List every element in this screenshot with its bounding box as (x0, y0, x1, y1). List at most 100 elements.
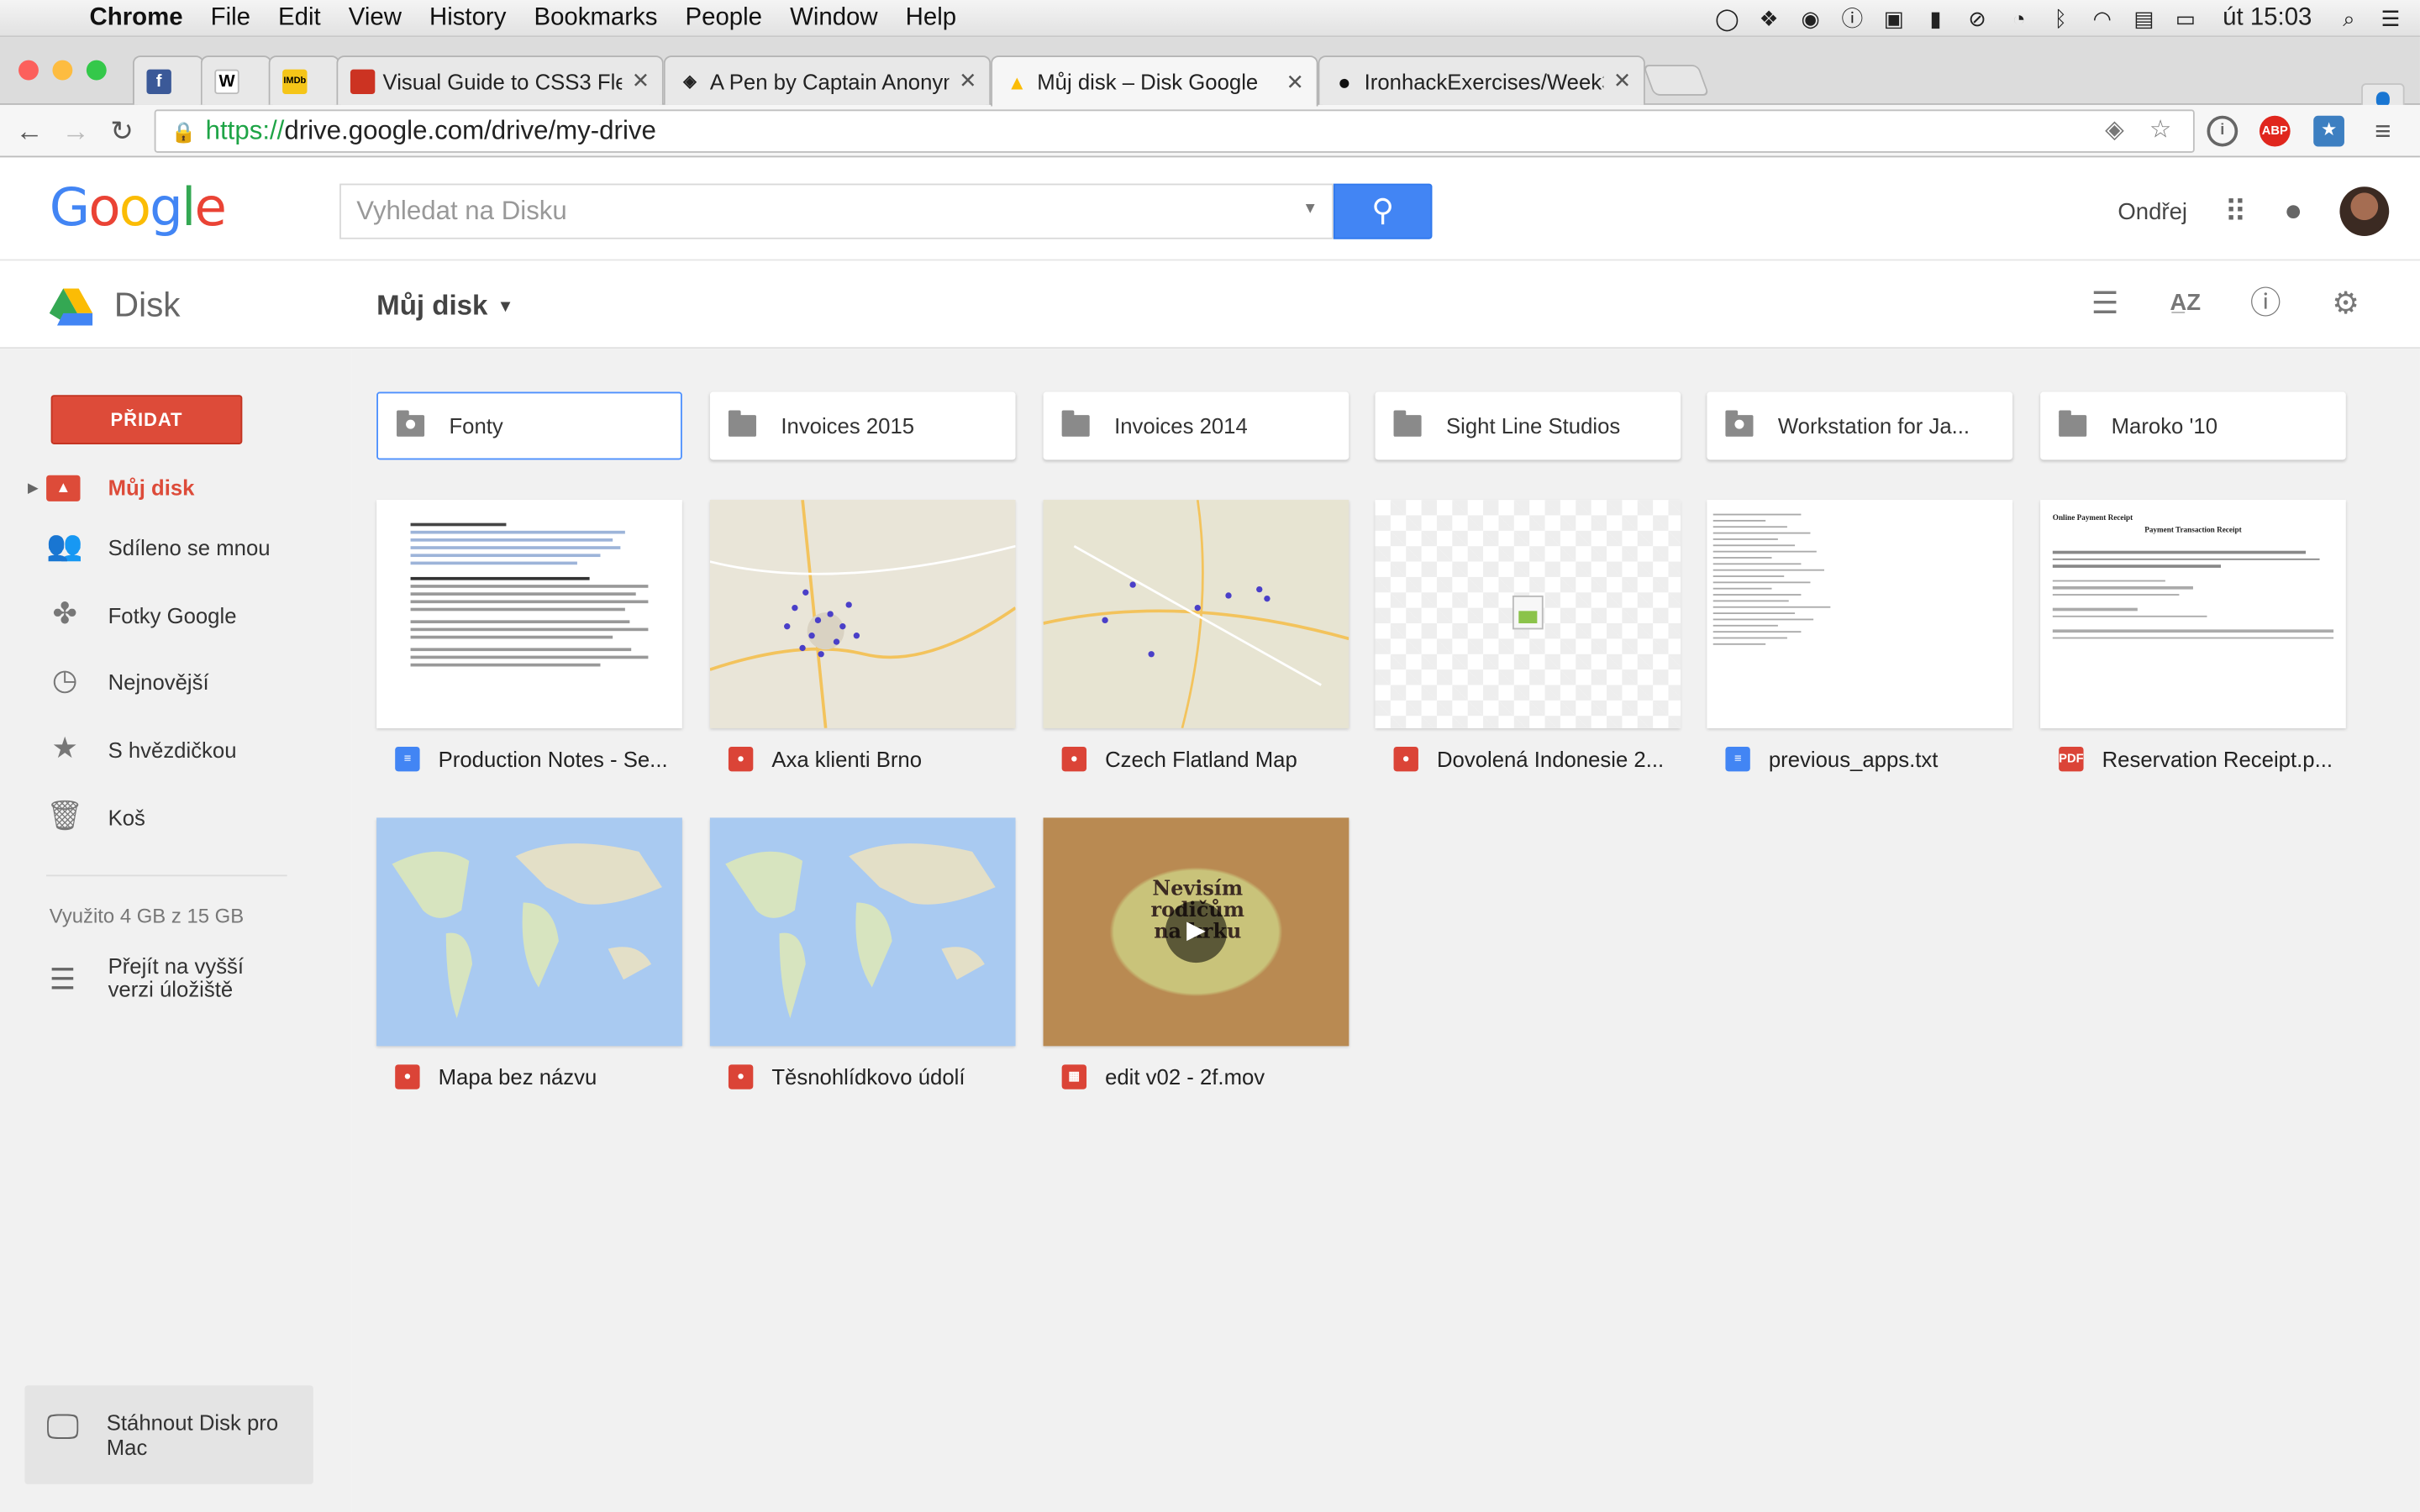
google-logo[interactable]: Google (50, 177, 227, 239)
folder-item[interactable]: Maroko '10 (2040, 391, 2346, 460)
folder-item[interactable]: Invoices 2014 (1043, 391, 1349, 460)
menu-edit[interactable]: Edit (265, 4, 335, 32)
file-item[interactable]: ● Mapa bez názvu (376, 817, 682, 1095)
dropbox-icon[interactable]: ❖ (1755, 6, 1783, 30)
adblock-plus-icon[interactable]: ABP (2259, 115, 2291, 147)
user-name[interactable]: Ondřej (2118, 198, 2187, 224)
app-name[interactable]: Disk (114, 286, 181, 326)
settings-gear-icon[interactable]: ⚙ (2328, 286, 2365, 323)
tab-close-icon[interactable]: ✕ (632, 68, 650, 94)
back-arrow-icon[interactable]: ← (13, 114, 46, 148)
file-item[interactable]: ● Axa klienti Brno (709, 500, 1016, 778)
folder-item[interactable]: Fonty (376, 391, 682, 460)
apps-grid-icon[interactable]: ⠿ (2224, 192, 2247, 231)
block-icon[interactable]: ⊘ (1964, 6, 1991, 30)
upgrade-storage-link[interactable]: ☰ Přejít na vyšší verzi úložiště (0, 953, 352, 1009)
folder-item[interactable]: Workstation for Ja... (1707, 391, 2013, 460)
list-view-icon[interactable]: ☰ (2086, 286, 2123, 323)
extension-info-icon[interactable]: i (2207, 115, 2238, 147)
sidebar-item-recent[interactable]: ◷ Nejnovější (0, 654, 352, 710)
expand-arrow-icon[interactable]: ▶ (28, 479, 39, 496)
tab-close-icon[interactable]: ✕ (959, 68, 977, 94)
tab-facebook[interactable]: f (132, 55, 204, 105)
file-name: Reservation Receipt.p... (2102, 746, 2333, 772)
text-file-thumbnail (1707, 500, 2013, 728)
play-icon[interactable]: ▶ (1165, 900, 1228, 963)
tab-github[interactable]: ● IronhackExercises/Week3/ ✕ (1318, 55, 1645, 105)
status-circle-icon[interactable]: ◯ (1713, 6, 1741, 30)
search-icon: ⚲ (1371, 194, 1395, 228)
file-item[interactable]: ● Těsnohlídkovo údolí (709, 817, 1016, 1095)
paste-icon[interactable]: ▮ (1922, 6, 1949, 30)
drive-icon: ▲ (46, 475, 81, 501)
notification-center-icon[interactable]: ☰ (2377, 6, 2405, 30)
menu-view[interactable]: View (334, 4, 415, 32)
download-drive-for-mac-button[interactable]: 🖵 Stáhnout Disk pro Mac (24, 1385, 313, 1484)
bluetooth-icon[interactable]: ᛒ (2047, 6, 2075, 30)
new-button[interactable]: PŘIDAT (50, 395, 243, 444)
clipboard-app-icon[interactable]: ▣ (1880, 6, 1907, 30)
sidebar-item-starred[interactable]: ★ S hvězdičkou (0, 722, 352, 778)
menu-people[interactable]: People (671, 4, 776, 32)
chrome-menu-icon[interactable]: ≡ (2367, 116, 2398, 147)
battery-icon[interactable]: ▭ (2172, 6, 2200, 30)
sort-az-icon[interactable]: A̲Z (2167, 286, 2204, 323)
tab-codepen[interactable]: ◈ A Pen by Captain Anonymou ✕ (663, 55, 992, 105)
minimize-window-icon[interactable] (52, 60, 73, 81)
forward-arrow-icon[interactable]: → (59, 114, 92, 148)
menu-history[interactable]: History (415, 4, 519, 32)
tab-imdb[interactable]: IMDb (268, 55, 340, 105)
info-icon[interactable]: ⓘ (1839, 6, 1866, 30)
menu-app[interactable]: Chrome (74, 4, 197, 32)
notifications-bell-icon[interactable]: ● (2284, 194, 2302, 229)
menu-bookmarks[interactable]: Bookmarks (520, 4, 671, 32)
menu-window[interactable]: Window (776, 4, 892, 32)
time-machine-icon[interactable]: ◔ (2005, 6, 2033, 30)
us-flag-icon[interactable]: ▤ (2130, 6, 2158, 30)
wifi-icon[interactable]: ◠ (2088, 6, 2116, 30)
bookmark-star-icon[interactable]: ◈ ☆ (2105, 111, 2181, 151)
sidebar-item-my-drive[interactable]: ▶ ▲ Můj disk (0, 459, 352, 515)
download-label: Stáhnout Disk pro Mac (107, 1410, 278, 1460)
search-options-dropdown-icon[interactable]: ▼ (1302, 201, 1318, 218)
file-label: ≡ Production Notes - Se... (376, 741, 682, 778)
clock[interactable]: út 15:03 (2213, 5, 2321, 33)
file-item[interactable]: Online Payment Receipt Payment Transacti… (2040, 500, 2346, 778)
tab-google-drive[interactable]: ▲ Můj disk – Disk Google ✕ (991, 55, 1318, 107)
reload-icon[interactable]: ↻ (105, 114, 139, 148)
receipt-title: Online Payment Receipt (2052, 515, 2133, 523)
tab-close-icon[interactable]: ✕ (1286, 69, 1304, 95)
close-window-icon[interactable] (18, 60, 39, 81)
broken-image-thumbnail (1375, 500, 1681, 728)
spotlight-search-icon[interactable]: ⌕ (2335, 6, 2363, 30)
tab-css-flexbox[interactable]: Visual Guide to CSS3 Flexb ✕ (336, 55, 664, 105)
file-item[interactable]: ● Czech Flatland Map (1043, 500, 1349, 778)
search-button[interactable]: ⚲ (1333, 183, 1433, 239)
tab-close-icon[interactable]: ✕ (1613, 68, 1632, 94)
sidebar-item-trash[interactable]: 🗑 Koš (0, 790, 352, 845)
menu-file[interactable]: File (197, 4, 264, 32)
address-bar[interactable]: 🔒 https://drive.google.com/drive/my-drive… (154, 109, 2195, 153)
sidebar-item-shared[interactable]: 👥 Sdíleno se mnou (0, 520, 352, 575)
file-item[interactable]: ≡ previous_apps.txt (1707, 500, 2013, 778)
bookmark-extension-icon[interactable]: ★ (2313, 115, 2344, 147)
file-item[interactable]: Nevisím rodičům na krku ▶ ▦ edit v02 - 2… (1043, 817, 1349, 1095)
tab-wikipedia[interactable]: W (200, 55, 272, 105)
folder-item[interactable]: Sight Line Studios (1375, 391, 1681, 460)
details-info-icon[interactable]: ⓘ (2247, 286, 2284, 323)
file-item[interactable]: ● Dovolená Indonesie 2... (1375, 500, 1681, 778)
file-label: ● Axa klienti Brno (710, 741, 1016, 778)
avatar[interactable] (2339, 186, 2390, 237)
storage-quota: Využito 4 GB z 15 GB (49, 904, 245, 927)
sidebar-item-photos[interactable]: ✤ Fotky Google (0, 588, 352, 643)
folder-item[interactable]: Invoices 2015 (709, 391, 1016, 460)
search-input[interactable] (339, 183, 1334, 239)
menu-help[interactable]: Help (892, 4, 970, 32)
drive-logo-icon[interactable] (49, 288, 93, 326)
new-tab-button[interactable] (1642, 65, 1710, 96)
creative-cloud-icon[interactable]: ◉ (1797, 6, 1824, 30)
zoom-window-icon[interactable] (86, 60, 107, 81)
world-map-thumbnail (376, 817, 682, 1047)
file-item[interactable]: ≡ Production Notes - Se... (376, 500, 682, 778)
location-dropdown[interactable]: Můj disk ▼ (376, 290, 513, 323)
